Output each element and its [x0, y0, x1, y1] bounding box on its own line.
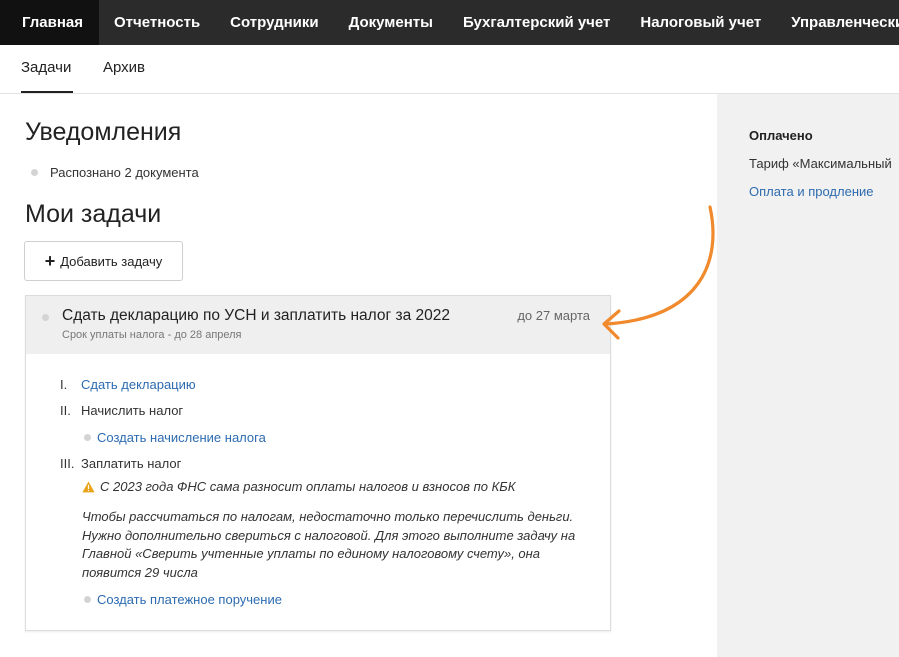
create-tax-accrual-link[interactable]: Создать начисление налога	[97, 430, 266, 445]
warning-icon	[82, 481, 95, 492]
task-due-date: до 27 марта	[517, 308, 590, 323]
tab-archive[interactable]: Архив	[103, 45, 145, 93]
step-number: I.	[60, 377, 68, 392]
task-title: Сдать декларацию по УСН и заплатить нало…	[62, 307, 450, 324]
step-label: Начислить налог	[81, 403, 184, 418]
task-card: Сдать декларацию по УСН и заплатить нало…	[25, 295, 611, 631]
nav-item-employees[interactable]: Сотрудники	[215, 0, 333, 45]
step-3: III. Заплатить налог	[60, 456, 181, 471]
step-number: III.	[60, 456, 75, 471]
sub-tabs: Задачи Архив	[0, 45, 899, 94]
create-payment-order-item: Создать платежное поручение	[84, 592, 282, 607]
step-label: Заплатить налог	[81, 456, 182, 471]
my-tasks-heading: Мои задачи	[25, 200, 162, 228]
warning-message: С 2023 года ФНС сама разносит оплаты нал…	[82, 479, 515, 494]
nav-item-management[interactable]: Управленческие отч	[776, 0, 899, 45]
bullet-dot-icon	[84, 596, 91, 603]
task-status-dot-icon	[42, 314, 49, 321]
notification-item: Распознано 2 документа	[31, 165, 199, 180]
submit-declaration-link[interactable]: Сдать декларацию	[81, 377, 196, 392]
nav-item-tax-accounting[interactable]: Налоговый учет	[625, 0, 776, 45]
step-number: II.	[60, 403, 71, 418]
notification-text: Распознано 2 документа	[50, 165, 199, 180]
payment-note: Чтобы рассчитаться по налогам, недостато…	[82, 509, 576, 580]
warning-text: С 2023 года ФНС сама разносит оплаты нал…	[100, 479, 516, 494]
nav-item-home[interactable]: Главная	[0, 0, 100, 45]
nav-item-accounting[interactable]: Бухгалтерский учет	[448, 0, 625, 45]
add-task-label: Добавить задачу	[60, 253, 163, 269]
tariff-name: Тариф «Максимальный	[749, 156, 892, 171]
task-card-header[interactable]: Сдать декларацию по УСН и заплатить нало…	[26, 296, 610, 354]
notifications-heading: Уведомления	[25, 118, 182, 146]
bullet-dot-icon	[84, 434, 91, 441]
create-tax-accrual-item: Создать начисление налога	[84, 430, 266, 445]
bullet-dot-icon	[31, 169, 38, 176]
top-navigation: Главная Отчетность Сотрудники Документы …	[0, 0, 899, 45]
create-payment-order-link[interactable]: Создать платежное поручение	[97, 592, 282, 607]
subscription-status: Оплачено	[749, 128, 813, 143]
right-sidebar: Оплачено Тариф «Максимальный Оплата и пр…	[717, 94, 899, 657]
payment-renewal-link[interactable]: Оплата и продление	[749, 184, 874, 199]
nav-item-documents[interactable]: Документы	[334, 0, 448, 45]
add-task-button[interactable]: + Добавить задачу	[24, 241, 183, 281]
step-2: II. Начислить налог	[60, 403, 183, 418]
nav-item-reporting[interactable]: Отчетность	[99, 0, 215, 45]
tab-tasks[interactable]: Задачи	[21, 45, 73, 93]
step-1: I. Сдать декларацию	[60, 377, 196, 392]
plus-icon: +	[44, 251, 56, 271]
task-subtitle: Срок уплаты налога - до 28 апреля	[62, 329, 242, 341]
